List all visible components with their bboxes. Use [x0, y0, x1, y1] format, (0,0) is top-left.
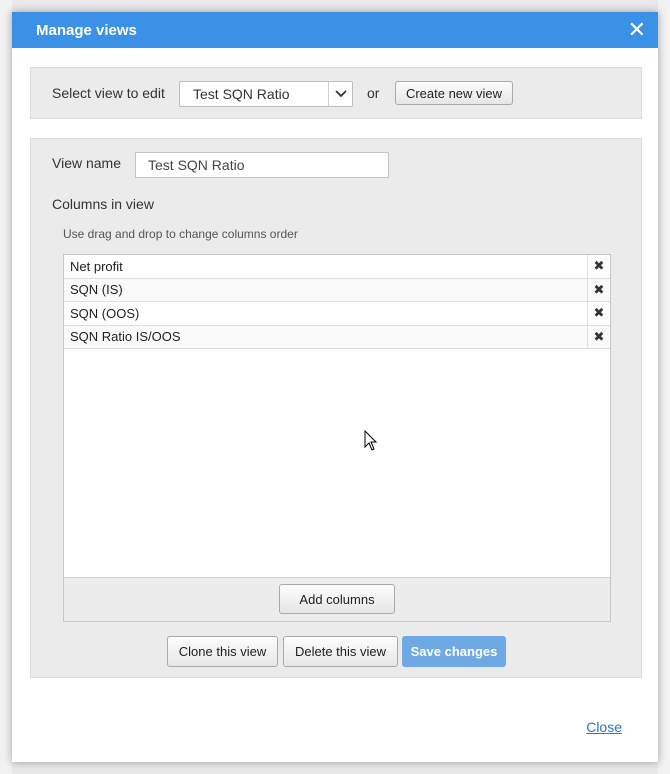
- delete-view-button[interactable]: Delete this view: [283, 636, 398, 667]
- columns-list[interactable]: Net profit ✖ SQN (IS) ✖ SQN (OOS) ✖ SQN …: [63, 254, 611, 622]
- background-page-left: [0, 0, 12, 774]
- manage-views-dialog: Manage views ✕ Select view to edit Test …: [12, 12, 658, 762]
- select-view-label: Select view to edit: [52, 85, 165, 101]
- view-name-input[interactable]: Test SQN Ratio: [135, 152, 389, 178]
- remove-column-icon[interactable]: ✖: [587, 255, 610, 278]
- dialog-titlebar: Manage views ✕: [12, 12, 658, 48]
- remove-column-icon[interactable]: ✖: [587, 278, 610, 301]
- column-row[interactable]: SQN Ratio IS/OOS ✖: [64, 325, 610, 349]
- column-label: Net profit: [70, 258, 123, 274]
- or-text: or: [367, 85, 380, 101]
- select-view-panel: Select view to edit Test SQN Ratio or Cr…: [30, 67, 642, 119]
- column-row[interactable]: SQN (IS) ✖: [64, 278, 610, 302]
- background-page-right: [658, 0, 670, 774]
- drag-drop-hint: Use drag and drop to change columns orde…: [63, 227, 298, 241]
- close-icon[interactable]: ✕: [628, 19, 646, 41]
- column-row[interactable]: SQN (OOS) ✖: [64, 302, 610, 326]
- column-row[interactable]: Net profit ✖: [64, 255, 610, 279]
- create-new-view-button[interactable]: Create new view: [395, 81, 513, 105]
- add-columns-button[interactable]: Add columns: [279, 584, 395, 614]
- column-label: SQN (IS): [70, 282, 123, 298]
- dialog-title: Manage views: [36, 21, 137, 39]
- columns-list-footer: Add columns: [64, 577, 610, 621]
- remove-column-icon[interactable]: ✖: [587, 325, 610, 348]
- view-editor-panel: View name Test SQN Ratio Columns in view…: [30, 138, 642, 678]
- view-name-label: View name: [52, 155, 122, 171]
- close-link[interactable]: Close: [586, 719, 622, 735]
- column-label: SQN Ratio IS/OOS: [70, 329, 181, 345]
- mouse-cursor-icon: [364, 430, 378, 451]
- chevron-down-icon[interactable]: [328, 82, 352, 106]
- save-changes-button[interactable]: Save changes: [402, 636, 506, 667]
- columns-in-view-label: Columns in view: [52, 196, 154, 212]
- column-label: SQN (OOS): [70, 305, 140, 321]
- remove-column-icon[interactable]: ✖: [587, 302, 610, 325]
- view-select[interactable]: Test SQN Ratio: [179, 81, 353, 107]
- clone-view-button[interactable]: Clone this view: [167, 636, 278, 667]
- view-select-value: Test SQN Ratio: [193, 86, 290, 102]
